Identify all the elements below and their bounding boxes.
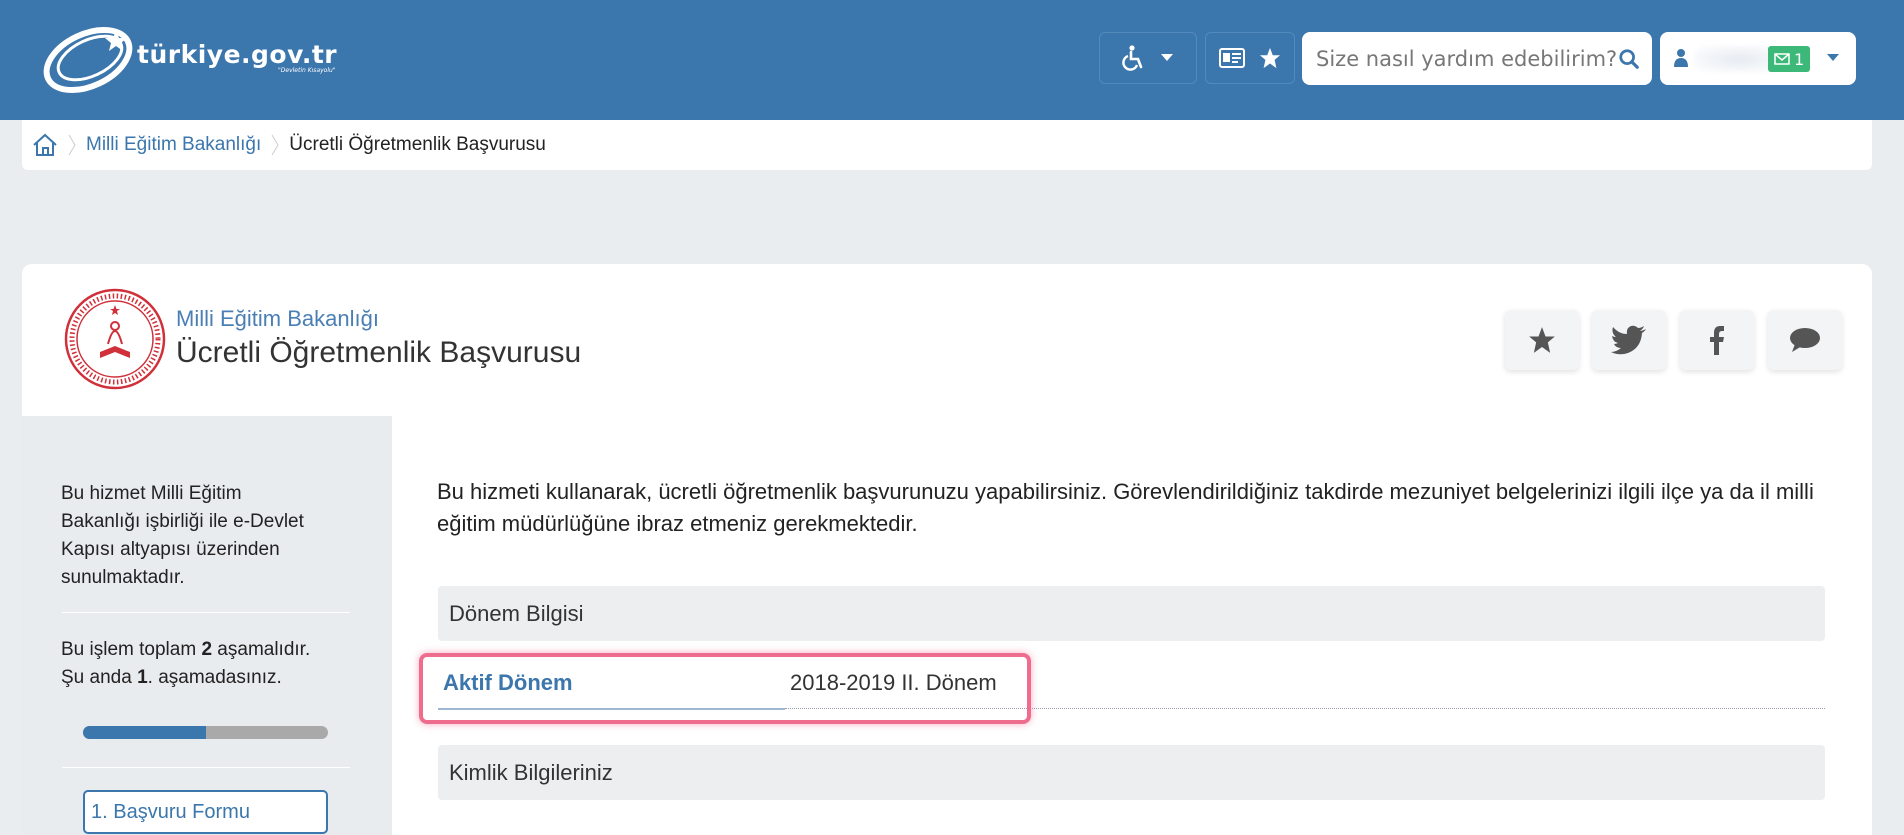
highlight-annotation [419,653,1031,724]
meb-seal-icon [64,288,166,390]
accessibility-button[interactable] [1099,32,1197,84]
step-current: 1 [137,667,148,688]
agency-name: Milli Eğitim Bakanlığı [176,306,379,331]
caret-down-icon [1827,54,1839,61]
chevron-right-icon [68,134,76,156]
section-donem-bilgisi: Dönem Bilgisi [438,586,1825,641]
service-title: Ücretli Öğretmenlik Başvurusu [176,336,582,369]
facebook-icon [1710,326,1724,355]
step-basvuru-formu-button[interactable]: 1. Başvuru Formu [83,790,328,834]
sidebar [22,416,392,835]
star-icon [1259,47,1281,69]
service-header: Milli Eğitim Bakanlığı Ücretli Öğretmenl… [22,264,1872,416]
accessibility-icon [1122,45,1143,71]
comment-button[interactable] [1768,310,1842,370]
divider [62,767,350,768]
service-provider-note: Bu hizmet Milli Eğitim Bakanlığı işbirli… [61,483,304,588]
section-kimlik-bilgileriniz: Kimlik Bilgileriniz [438,745,1825,800]
favorites-button[interactable] [1205,32,1295,84]
chevron-right-icon [271,134,279,156]
service-description: Bu hizmeti kullanarak, ücretli öğretmenl… [437,479,1814,536]
logo-text: türkiye.gov.tr [137,40,338,69]
step-progress-bar [83,726,328,739]
favorite-button[interactable] [1505,310,1579,370]
star-icon [1529,327,1555,353]
twitter-icon [1611,325,1646,355]
search-input[interactable] [1316,46,1616,71]
search-box [1302,32,1652,85]
step-text-1: Bu işlem toplam [61,639,202,660]
turkiye-gov-logo[interactable]: türkiye.gov.tr "Devletin Kısayolu" [40,22,360,102]
id-card-icon [1219,48,1245,68]
envelope-icon [1774,53,1790,65]
breadcrumb: Milli Eğitim Bakanlığı Ücretli Öğretmenl… [22,120,1872,170]
divider [62,612,350,613]
home-icon[interactable] [32,133,58,157]
logo-tagline: "Devletin Kısayolu" [278,67,336,74]
logo-swoosh-icon [43,26,133,94]
twitter-share-button[interactable] [1592,310,1666,370]
step-progress-fill [83,726,206,739]
message-count: 1 [1794,49,1805,69]
facebook-share-button[interactable] [1680,310,1754,370]
comment-icon [1790,328,1820,352]
search-icon[interactable] [1618,48,1640,70]
top-header: türkiye.gov.tr "Devletin Kısayolu" Size … [0,0,1904,120]
message-badge[interactable]: 1 [1768,46,1811,72]
breadcrumb-link-agency[interactable]: Milli Eğitim Bakanlığı [86,134,261,156]
user-icon [1674,49,1688,67]
step-info: Bu işlem toplam 2 aşamalıdır. Şu anda 1.… [61,636,311,692]
user-menu[interactable]: 1 [1660,32,1856,85]
breadcrumb-current: Ücretli Öğretmenlik Başvurusu [289,134,546,155]
step-text-3: . aşamadasınız. [147,667,282,688]
caret-down-icon [1161,54,1173,61]
step-total: 2 [201,639,213,660]
